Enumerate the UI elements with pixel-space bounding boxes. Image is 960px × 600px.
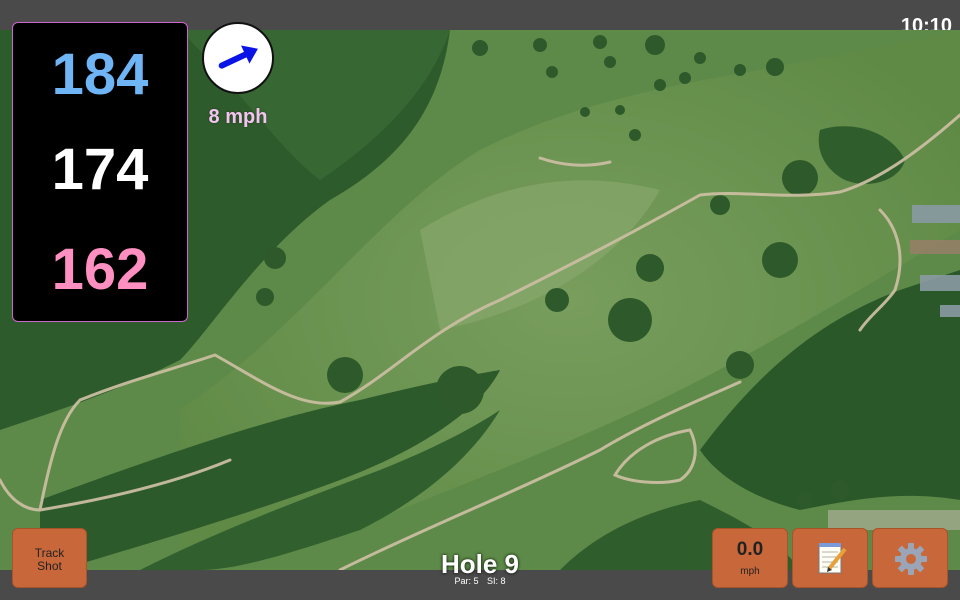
hole-info: Par: 5 SI: 8: [380, 576, 580, 586]
middle-distance: 174: [51, 137, 149, 202]
distance-panel: 184 174 162: [12, 22, 188, 322]
notepad-icon: [818, 543, 847, 574]
notes-button[interactable]: [792, 528, 868, 588]
track-shot-button[interactable]: Track Shot: [12, 528, 87, 588]
wind-compass: [202, 22, 274, 94]
wind-arrow-icon: [218, 45, 258, 69]
speed-unit: mph: [740, 566, 760, 577]
gear-icon: [895, 543, 927, 575]
back-distance: 184: [51, 42, 149, 107]
settings-button[interactable]: [872, 528, 948, 588]
front-distance: 162: [51, 237, 149, 302]
track-shot-label-line2: Shot: [37, 559, 62, 573]
stroke-index-label: SI: 8: [487, 576, 506, 586]
speed-value: 0.0: [736, 539, 764, 560]
speed-button[interactable]: 0.0 mph: [712, 528, 788, 588]
wind-speed: 8 mph: [208, 106, 268, 128]
par-label: Par: 5: [454, 576, 479, 586]
